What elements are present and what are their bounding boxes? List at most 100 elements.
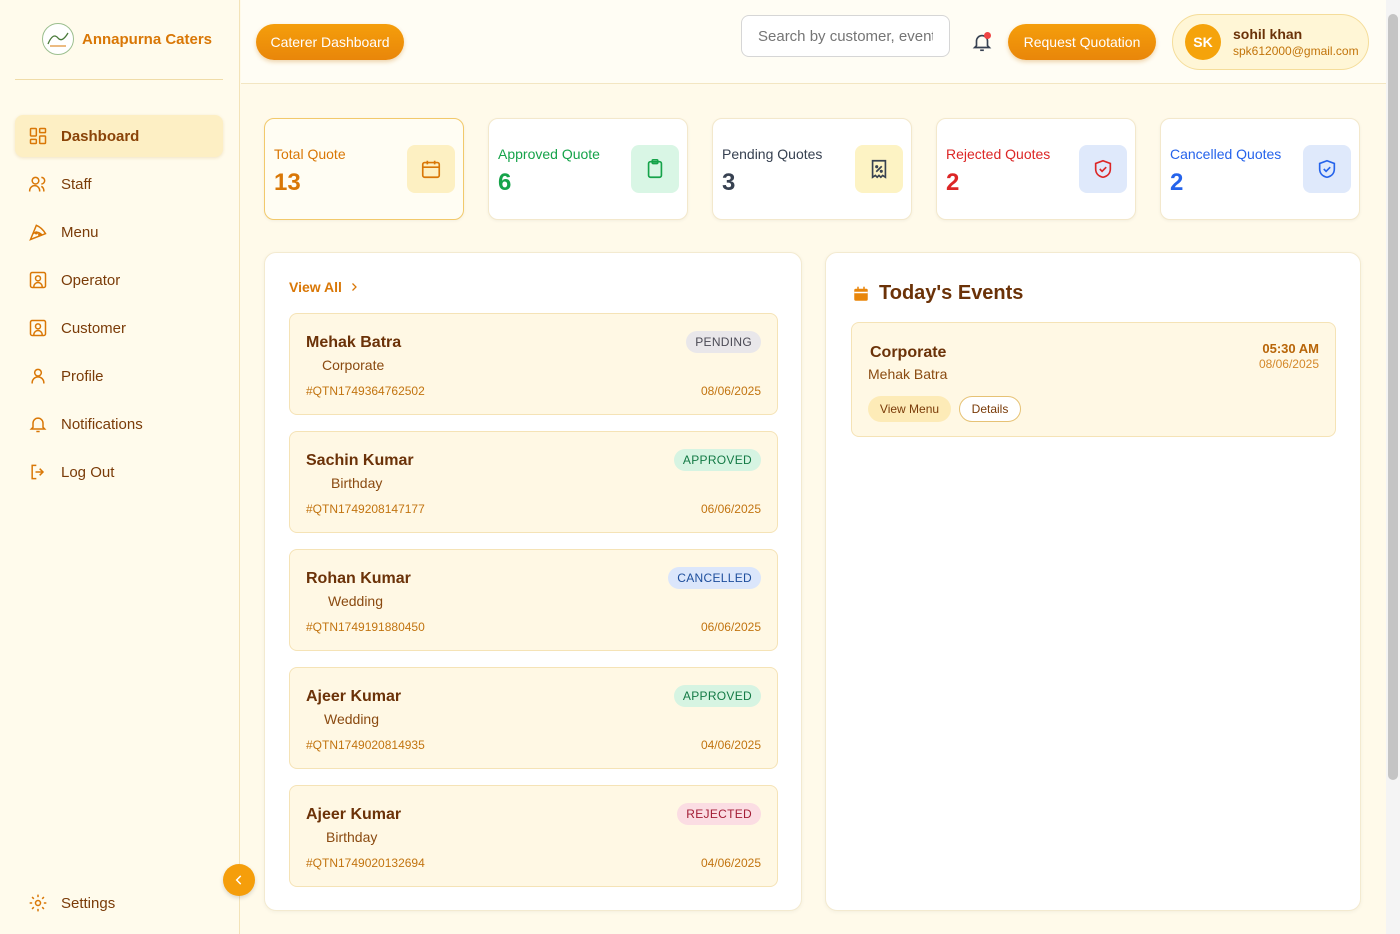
clipboard-icon bbox=[647, 159, 663, 179]
brand-divider bbox=[15, 79, 223, 80]
brand-logo bbox=[42, 23, 74, 55]
quote-event-type: Wedding bbox=[324, 711, 380, 727]
status-badge: CANCELLED bbox=[668, 567, 761, 589]
quote-date: 04/06/2025 bbox=[700, 738, 761, 752]
stat-icon-box bbox=[631, 145, 679, 193]
sidebar-item-label: Staff bbox=[61, 175, 92, 193]
logout-icon bbox=[31, 464, 45, 480]
stat-value: 6 bbox=[498, 169, 512, 196]
event-customer: Mehak Batra bbox=[868, 366, 948, 382]
chevron-right-icon bbox=[351, 283, 357, 291]
view-menu-button[interactable]: View Menu bbox=[868, 396, 951, 422]
quote-card[interactable]: Ajeer Kumar Birthday #QTN1749020132694 0… bbox=[289, 785, 778, 887]
top-header: Caterer Dashboard Request Quotation SK s… bbox=[241, 0, 1386, 84]
recent-quotes-panel: View All Mehak Batra Corporate #QTN17493… bbox=[264, 252, 802, 911]
quote-event-type: Birthday bbox=[331, 475, 383, 491]
events-title: Today's Events bbox=[852, 282, 1023, 305]
sidebar-item-menu[interactable]: Menu bbox=[15, 211, 223, 253]
brand[interactable]: Annapurna Caters bbox=[42, 23, 212, 55]
user-profile-card[interactable]: SK sohil khan spk612000@gmail.com bbox=[1172, 14, 1369, 70]
quote-date: 08/06/2025 bbox=[700, 384, 761, 398]
user-email: spk612000@gmail.com bbox=[1233, 44, 1359, 58]
caterer-dashboard-button[interactable]: Caterer Dashboard bbox=[256, 24, 404, 60]
view-all-label: View All bbox=[289, 279, 342, 295]
sidebar-item-dashboard[interactable]: Dashboard bbox=[15, 115, 223, 157]
sidebar-item-profile[interactable]: Profile bbox=[15, 355, 223, 397]
id-card-icon bbox=[29, 271, 47, 289]
avatar: SK bbox=[1185, 24, 1221, 60]
stat-value: 2 bbox=[1170, 169, 1184, 196]
events-title-text: Today's Events bbox=[879, 282, 1024, 304]
search-input[interactable] bbox=[741, 15, 950, 57]
gear-icon bbox=[29, 894, 47, 912]
quote-customer-name: Sachin Kumar bbox=[306, 452, 414, 469]
sidebar-item-settings[interactable]: Settings bbox=[28, 893, 115, 913]
sidebar-nav: Dashboard Staff Menu Operator Customer P… bbox=[15, 115, 223, 499]
users-icon bbox=[28, 176, 46, 192]
sidebar-item-operator[interactable]: Operator bbox=[15, 259, 223, 301]
sidebar-item-label: Operator bbox=[61, 271, 121, 289]
stat-card-cancelled-quotes[interactable]: Cancelled Quotes 2 bbox=[1160, 118, 1360, 220]
calendar-icon bbox=[421, 160, 441, 179]
quote-card[interactable]: Mehak Batra Corporate #QTN1749364762502 … bbox=[289, 313, 778, 415]
quote-customer-name: Rohan Kumar bbox=[306, 570, 411, 587]
stat-label: Approved Quote bbox=[498, 146, 600, 162]
stat-icon-box bbox=[855, 145, 903, 193]
request-quotation-button[interactable]: Request Quotation bbox=[1008, 24, 1156, 60]
stat-card-rejected-quotes[interactable]: Rejected Quotes 2 bbox=[936, 118, 1136, 220]
quote-event-type: Corporate bbox=[322, 357, 385, 373]
quote-event-type: Wedding bbox=[328, 593, 384, 609]
details-button[interactable]: Details bbox=[959, 396, 1021, 422]
status-badge: REJECTED bbox=[677, 803, 761, 825]
event-date: 08/06/2025 bbox=[1258, 357, 1319, 371]
dashboard-icon bbox=[29, 127, 47, 145]
sidebar-item-label: Menu bbox=[61, 223, 99, 241]
sidebar-collapse-button[interactable] bbox=[223, 864, 255, 896]
stat-label: Pending Quotes bbox=[722, 146, 823, 162]
sidebar-item-notifications[interactable]: Notifications bbox=[15, 403, 223, 445]
quote-customer-name: Ajeer Kumar bbox=[306, 806, 402, 823]
sidebar-item-logout[interactable]: Log Out bbox=[15, 451, 223, 493]
stat-card-approved-quote[interactable]: Approved Quote 6 bbox=[488, 118, 688, 220]
stat-label: Rejected Quotes bbox=[946, 146, 1051, 162]
notification-dot bbox=[984, 32, 991, 39]
quote-event-type: Birthday bbox=[326, 829, 378, 845]
sidebar-item-label: Customer bbox=[61, 319, 127, 337]
quote-id: #QTN1749364762502 bbox=[306, 384, 425, 398]
event-time: 05:30 AM bbox=[1262, 341, 1319, 356]
quote-card[interactable]: Ajeer Kumar Wedding #QTN1749020814935 04… bbox=[289, 667, 778, 769]
quote-card[interactable]: Rohan Kumar Wedding #QTN1749191880450 06… bbox=[289, 549, 778, 651]
sidebar-item-label: Notifications bbox=[61, 415, 143, 433]
quote-card[interactable]: Sachin Kumar Birthday #QTN1749208147177 … bbox=[289, 431, 778, 533]
pizza-icon bbox=[29, 224, 47, 241]
stat-label: Total Quote bbox=[274, 146, 346, 162]
event-card[interactable]: Corporate Mehak Batra 05:30 AM 08/06/202… bbox=[851, 322, 1336, 437]
user-info: sohil khan spk612000@gmail.com bbox=[1233, 26, 1359, 58]
quote-id: #QTN1749020132694 bbox=[306, 856, 425, 870]
receipt-percent-icon bbox=[871, 159, 887, 179]
shield-check-icon bbox=[1318, 159, 1336, 179]
calendar-icon bbox=[854, 286, 868, 301]
stat-card-total-quote[interactable]: Total Quote 13 bbox=[264, 118, 464, 220]
event-type: Corporate bbox=[870, 344, 947, 361]
page-scrollbar[interactable] bbox=[1386, 0, 1400, 934]
scrollbar-thumb[interactable] bbox=[1388, 14, 1398, 780]
status-badge: APPROVED bbox=[673, 685, 761, 707]
id-card-icon bbox=[29, 319, 47, 337]
stat-value: 13 bbox=[274, 169, 301, 196]
stat-icon-box bbox=[1303, 145, 1351, 193]
quote-customer-name: Mehak Batra bbox=[306, 334, 402, 351]
view-all-link[interactable]: View All bbox=[289, 279, 360, 295]
sidebar-item-staff[interactable]: Staff bbox=[15, 163, 223, 205]
stat-value: 3 bbox=[722, 169, 736, 196]
quote-id: #QTN1749208147177 bbox=[306, 502, 425, 516]
quote-date: 04/06/2025 bbox=[700, 856, 761, 870]
sidebar-item-customer[interactable]: Customer bbox=[15, 307, 223, 349]
user-icon bbox=[31, 368, 45, 384]
settings-label: Settings bbox=[61, 894, 116, 912]
sidebar-item-label: Dashboard bbox=[61, 127, 140, 145]
quote-date: 06/06/2025 bbox=[700, 620, 761, 634]
user-name: sohil khan bbox=[1233, 26, 1303, 42]
brand-name: Annapurna Caters bbox=[82, 30, 213, 48]
stat-card-pending-quotes[interactable]: Pending Quotes 3 bbox=[712, 118, 912, 220]
